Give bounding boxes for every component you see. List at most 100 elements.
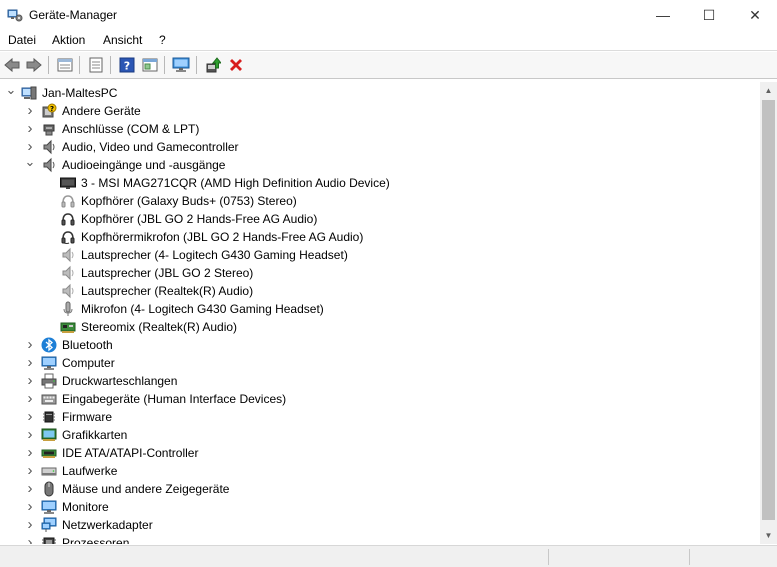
menu-aktion[interactable]: Aktion bbox=[52, 33, 85, 47]
expand-chevron-icon[interactable]: › bbox=[24, 427, 36, 442]
tree-row[interactable]: › Grafikkarten bbox=[0, 426, 760, 444]
expand-chevron-icon[interactable]: › bbox=[24, 463, 36, 478]
minimize-button[interactable]: — bbox=[640, 0, 686, 30]
tree-row[interactable]: Kopfhörer (JBL GO 2 Hands-Free AG Audio) bbox=[0, 210, 760, 228]
menu-datei[interactable]: Datei bbox=[8, 33, 36, 47]
tree-row-label: Kopfhörer (Galaxy Buds+ (0753) Stereo) bbox=[81, 194, 297, 208]
tree-row-label: Monitore bbox=[62, 500, 109, 514]
show-hidden-icon bbox=[89, 57, 103, 73]
bluetooth-icon bbox=[41, 337, 57, 353]
tree-row-label: Firmware bbox=[62, 410, 112, 424]
update-driver-button[interactable] bbox=[203, 55, 223, 75]
tree-row-label: 3 - MSI MAG271CQR (AMD High Definition A… bbox=[81, 176, 390, 190]
tree-row[interactable]: Mikrofon (4- Logitech G430 Gaming Headse… bbox=[0, 300, 760, 318]
expand-chevron-icon[interactable]: › bbox=[24, 355, 36, 370]
tree-row-label: Netzwerkadapter bbox=[62, 518, 153, 532]
sound-card-icon bbox=[60, 322, 76, 333]
tree-row[interactable]: › Bluetooth bbox=[0, 336, 760, 354]
monitor-icon bbox=[41, 500, 57, 514]
expand-chevron-icon[interactable]: › bbox=[24, 121, 36, 136]
microphone-icon bbox=[63, 301, 73, 316]
printer-icon bbox=[41, 373, 57, 389]
back-button[interactable] bbox=[2, 55, 22, 75]
unknown-device-icon: ? bbox=[42, 103, 57, 118]
expand-chevron-icon[interactable]: › bbox=[24, 391, 36, 406]
minimize-icon: — bbox=[656, 7, 670, 23]
tree-row-label: IDE ATA/ATAPI-Controller bbox=[62, 446, 199, 460]
tree-row[interactable]: › Prozessoren bbox=[0, 534, 760, 544]
tree-row-label: Anschlüsse (COM & LPT) bbox=[62, 122, 200, 136]
toolbar-separator bbox=[196, 56, 197, 74]
expand-chevron-icon[interactable]: › bbox=[24, 499, 36, 514]
disk-drive-icon bbox=[41, 467, 57, 476]
tree-row[interactable]: Kopfhörermikrofon (JBL GO 2 Hands-Free A… bbox=[0, 228, 760, 246]
expand-chevron-icon[interactable]: › bbox=[24, 535, 36, 544]
uninstall-button[interactable] bbox=[226, 55, 246, 75]
expand-chevron-icon[interactable]: › bbox=[24, 103, 36, 118]
help-button[interactable]: ? bbox=[117, 55, 137, 75]
title-bar: Geräte-Manager — ☐ ✕ bbox=[0, 0, 777, 30]
tree-row-label: Lautsprecher (Realtek(R) Audio) bbox=[81, 284, 254, 298]
scroll-up-button[interactable]: ▲ bbox=[760, 82, 777, 99]
tree-row[interactable]: › Eingabegeräte (Human Interface Devices) bbox=[0, 390, 760, 408]
tree-row[interactable]: › Computer bbox=[0, 354, 760, 372]
status-bar bbox=[0, 545, 777, 567]
window-title: Geräte-Manager bbox=[29, 8, 118, 22]
device-tree[interactable]: ⌄ Jan-MaltesPC ›? Andere Geräte › Anschlüsse … bbox=[0, 82, 760, 544]
tree-row[interactable]: Lautsprecher (Realtek(R) Audio) bbox=[0, 282, 760, 300]
tree-row[interactable]: › Mäuse und andere Zeigegeräte bbox=[0, 480, 760, 498]
menu-bar: Datei Aktion Ansicht ? bbox=[0, 30, 777, 51]
tree-row[interactable]: ⌄ Audioeingänge und -ausgänge bbox=[0, 155, 760, 174]
tree-row[interactable]: 3 - MSI MAG271CQR (AMD High Definition A… bbox=[0, 174, 760, 192]
computer-icon bbox=[41, 356, 57, 370]
tree-row-label: Lautsprecher (JBL GO 2 Stereo) bbox=[81, 266, 254, 280]
speaker-gray-icon bbox=[62, 247, 74, 263]
tree-row-label: Mäuse und andere Zeigegeräte bbox=[62, 482, 230, 496]
menu-ansicht[interactable]: Ansicht bbox=[103, 33, 142, 47]
tree-row[interactable]: › Netzwerkadapter bbox=[0, 516, 760, 534]
scroll-down-button[interactable]: ▼ bbox=[760, 527, 777, 544]
expand-chevron-icon[interactable]: › bbox=[24, 139, 36, 154]
back-arrow-icon bbox=[4, 57, 20, 73]
tree-row[interactable]: › Firmware bbox=[0, 408, 760, 426]
expand-chevron-icon[interactable]: › bbox=[24, 517, 36, 532]
scan-hardware-button[interactable] bbox=[171, 55, 191, 75]
show-hidden-button[interactable] bbox=[86, 55, 106, 75]
expand-chevron-icon[interactable]: › bbox=[24, 337, 36, 352]
maximize-button[interactable]: ☐ bbox=[686, 0, 732, 30]
menu-help[interactable]: ? bbox=[159, 33, 166, 47]
expand-chevron-icon[interactable]: › bbox=[24, 373, 36, 388]
close-button[interactable]: ✕ bbox=[732, 0, 777, 30]
scan-hardware-icon bbox=[172, 57, 190, 72]
tree-row-label: Prozessoren bbox=[62, 536, 130, 544]
tree-row[interactable]: › Anschlüsse (COM & LPT) bbox=[0, 120, 760, 138]
tree-row[interactable]: Stereomix (Realtek(R) Audio) bbox=[0, 318, 760, 336]
tree-row[interactable]: Lautsprecher (JBL GO 2 Stereo) bbox=[0, 264, 760, 282]
tree-row[interactable]: ›? Andere Geräte bbox=[0, 102, 760, 120]
svg-text:?: ? bbox=[50, 105, 54, 113]
display-adapter-icon bbox=[41, 428, 57, 441]
tree-row[interactable]: › Druckwarteschlangen bbox=[0, 372, 760, 390]
scroll-thumb[interactable] bbox=[762, 100, 775, 520]
properties-button[interactable] bbox=[55, 55, 75, 75]
toolbar-separator bbox=[164, 56, 165, 74]
tree-row[interactable]: › Monitore bbox=[0, 498, 760, 516]
collapse-chevron-icon[interactable]: ⌄ bbox=[5, 83, 17, 97]
collapse-chevron-icon[interactable]: ⌄ bbox=[24, 155, 36, 169]
help-icon: ? bbox=[119, 57, 135, 73]
close-icon: ✕ bbox=[749, 6, 761, 23]
tree-row[interactable]: › Audio, Video und Gamecontroller bbox=[0, 138, 760, 156]
tree-row[interactable]: ⌄ Jan-MaltesPC bbox=[0, 83, 760, 102]
tree-row[interactable]: › Laufwerke bbox=[0, 462, 760, 480]
action-view-button[interactable] bbox=[140, 55, 160, 75]
vertical-scrollbar[interactable]: ▲ ▼ bbox=[760, 82, 777, 544]
expand-chevron-icon[interactable]: › bbox=[24, 481, 36, 496]
expand-chevron-icon[interactable]: › bbox=[24, 445, 36, 460]
forward-button[interactable] bbox=[24, 55, 44, 75]
expand-chevron-icon[interactable]: › bbox=[24, 409, 36, 424]
tree-row-label: Laufwerke bbox=[62, 464, 118, 478]
tree-row[interactable]: Lautsprecher (4- Logitech G430 Gaming He… bbox=[0, 246, 760, 264]
tree-row[interactable]: › IDE ATA/ATAPI-Controller bbox=[0, 444, 760, 462]
tree-row[interactable]: Kopfhörer (Galaxy Buds+ (0753) Stereo) bbox=[0, 192, 760, 210]
monitor-audio-icon bbox=[60, 177, 76, 189]
